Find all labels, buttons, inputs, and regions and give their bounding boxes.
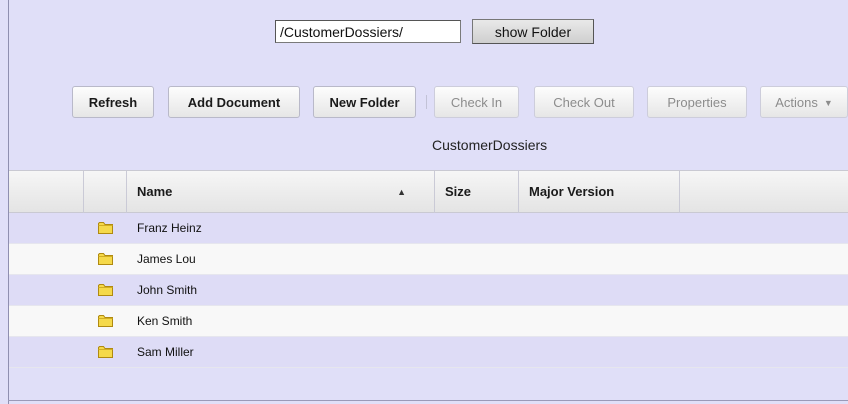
show-folder-button[interactable]: show Folder	[472, 19, 594, 44]
actions-label: Actions	[775, 94, 818, 110]
table-title: CustomerDossiers	[432, 137, 548, 153]
size-column-label: Size	[445, 184, 472, 199]
row-name[interactable]: Franz Heinz	[137, 213, 202, 244]
folder-icon	[98, 315, 113, 327]
table-row[interactable]: James Lou	[9, 244, 848, 275]
row-name[interactable]: Sam Miller	[137, 337, 194, 368]
folder-path-input[interactable]	[275, 20, 461, 43]
table-row[interactable]: Franz Heinz	[9, 213, 848, 244]
folder-icon	[98, 253, 113, 265]
size-column-header[interactable]: Size	[435, 171, 519, 213]
sort-ascending-icon[interactable]: ▲	[397, 171, 406, 213]
check-out-button[interactable]: Check Out	[534, 86, 634, 118]
new-folder-button[interactable]: New Folder	[313, 86, 416, 118]
actions-menu-button[interactable]: Actions ▼	[760, 86, 848, 118]
folder-icon	[98, 284, 113, 296]
name-column-label: Name	[137, 184, 173, 199]
add-document-button[interactable]: Add Document	[168, 86, 300, 118]
folder-icon	[98, 346, 113, 358]
row-name[interactable]: James Lou	[137, 244, 196, 275]
check-in-button[interactable]: Check In	[434, 86, 519, 118]
name-column-header[interactable]: Name ▲	[127, 171, 435, 213]
table-row[interactable]: Ken Smith	[9, 306, 848, 337]
major-version-column-label: Major Version	[529, 184, 615, 199]
document-grid: Name ▲ Size Major Version Franz Heinz Ja…	[9, 170, 848, 368]
panel-bottom-border	[8, 400, 848, 401]
grid-header: Name ▲ Size Major Version	[9, 170, 848, 213]
toolbar-separator	[426, 95, 427, 109]
row-name[interactable]: Ken Smith	[137, 306, 192, 337]
properties-button[interactable]: Properties	[647, 86, 747, 118]
folder-icon	[98, 222, 113, 234]
select-column-header[interactable]	[9, 171, 84, 213]
major-version-column-header[interactable]: Major Version	[519, 171, 680, 213]
icon-column-header[interactable]	[84, 171, 127, 213]
row-name[interactable]: John Smith	[137, 275, 197, 306]
table-row[interactable]: John Smith	[9, 275, 848, 306]
table-row[interactable]: Sam Miller	[9, 337, 848, 368]
refresh-button[interactable]: Refresh	[72, 86, 154, 118]
dropdown-caret-icon: ▼	[823, 97, 833, 108]
